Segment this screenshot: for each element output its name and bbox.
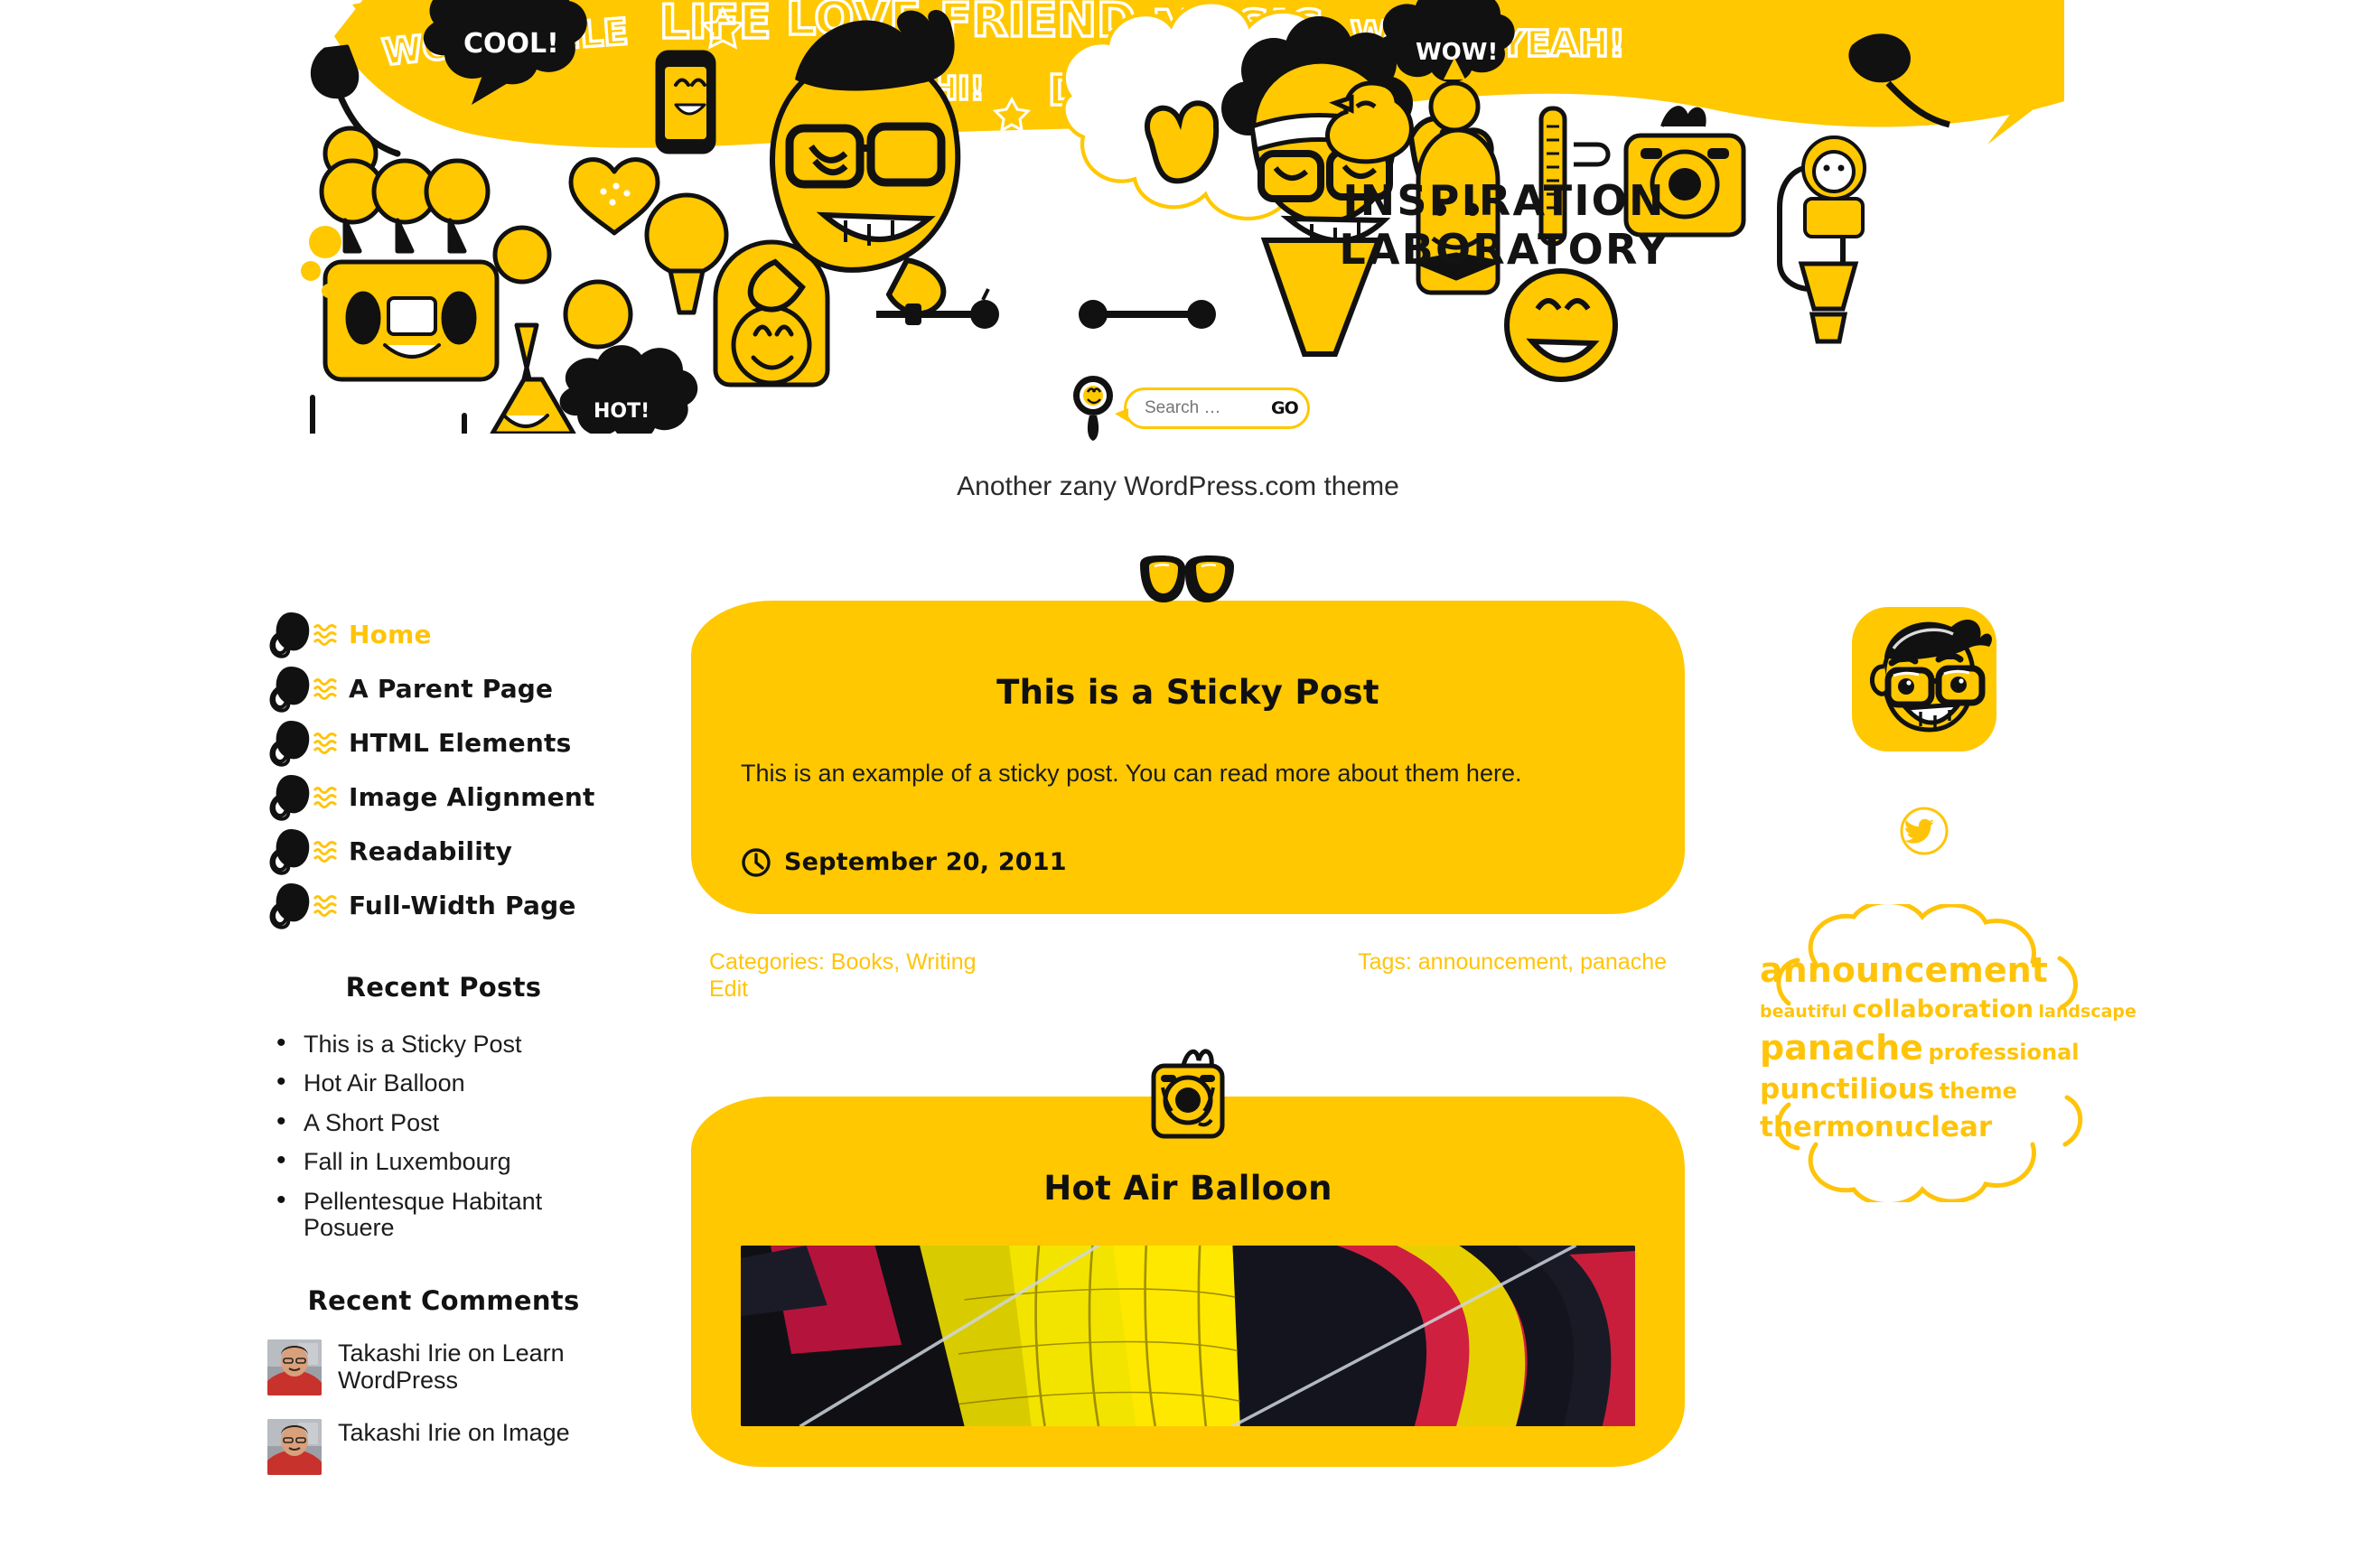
- banner-illustration: WOW! SMILE LIFE LOVE FRIEND MUSIC WOW! Y…: [301, 0, 2064, 434]
- list-item[interactable]: Hot Air Balloon: [267, 1068, 620, 1097]
- tag-cloud-widget: announcement beautiful collaboration lan…: [1753, 904, 2136, 1202]
- tag-announcement[interactable]: announcement: [1760, 950, 2048, 990]
- svg-text:YEAH!: YEAH!: [1499, 23, 1625, 65]
- nav-item-readability[interactable]: Readability: [267, 824, 620, 878]
- list-item[interactable]: Pellentesque Habitant Posuere: [267, 1186, 620, 1242]
- nav-label: Home: [349, 619, 432, 649]
- squiggle-icon: [313, 895, 338, 917]
- clock-icon: [742, 848, 771, 877]
- pushpin-icon: [269, 775, 310, 821]
- tag-professional[interactable]: professional: [1928, 1040, 2079, 1065]
- main-navigation: Home A Parent Page HTML Elements Image A…: [267, 607, 620, 932]
- nav-label: Readability: [349, 835, 513, 866]
- recent-posts-list: This is a Sticky Post Hot Air Balloon A …: [267, 1029, 620, 1242]
- search-bubble: GO: [1115, 387, 1310, 429]
- edit-link[interactable]: Edit: [709, 975, 1246, 1003]
- comment-text: Takashi Irie on Image: [338, 1418, 570, 1446]
- tag-landscape[interactable]: landscape: [2039, 1002, 2136, 1022]
- social-links: [1753, 806, 2096, 861]
- avatar: [267, 1339, 322, 1395]
- speech-hot-text: HOT!: [594, 400, 650, 423]
- avatar: [267, 1418, 322, 1475]
- author-face-avatar: [1852, 607, 1996, 751]
- twitter-icon[interactable]: [1899, 806, 1949, 856]
- search-go-button[interactable]: GO: [1271, 398, 1299, 418]
- main-content: This is a Sticky Post This is an example…: [691, 555, 1685, 1467]
- post-title[interactable]: This is a Sticky Post: [741, 673, 1635, 712]
- recent-posts-title: Recent Posts: [345, 972, 542, 1003]
- glasses-icon: [1140, 555, 1234, 602]
- nav-item-image-alignment[interactable]: Image Alignment: [267, 770, 620, 824]
- site-title-line-2: LABORATORY: [1339, 225, 1669, 275]
- nav-item-full-width-page[interactable]: Full-Width Page: [267, 878, 620, 932]
- svg-text:FRIEND: FRIEND: [940, 0, 1136, 48]
- list-item[interactable]: Takashi Irie on Image: [267, 1418, 620, 1475]
- pushpin-icon: [269, 829, 310, 875]
- header-search: GO: [1066, 372, 1310, 444]
- tag-theme[interactable]: theme: [1940, 1078, 2017, 1104]
- post-featured-image: [741, 1244, 1635, 1427]
- recent-posts-widget: Recent Posts This is a Sticky Post Hot A…: [267, 972, 620, 1242]
- pushpin-icon: [269, 612, 310, 658]
- nav-item-html-elements[interactable]: HTML Elements: [267, 715, 620, 770]
- pushpin-icon: [269, 883, 310, 929]
- sidebar-right: announcement beautiful collaboration lan…: [1753, 607, 2136, 1202]
- search-input[interactable]: [1145, 398, 1271, 418]
- comment-text: Takashi Irie on Learn WordPress: [338, 1339, 565, 1394]
- recent-comments-widget: Recent Comments Takashi Irie on Learn Wo…: [267, 1285, 620, 1475]
- list-item[interactable]: Fall in Luxembourg: [267, 1146, 620, 1176]
- squiggle-icon: [313, 841, 338, 863]
- categories-link[interactable]: Categories: Books, Writing: [709, 948, 1246, 975]
- post-title[interactable]: Hot Air Balloon: [741, 1169, 1635, 1208]
- nav-label: A Parent Page: [349, 673, 554, 704]
- site-title-line-1: INSPIRATION: [1342, 176, 1666, 225]
- tag-cloud: announcement beautiful collaboration lan…: [1753, 904, 2136, 1143]
- tag-collaboration[interactable]: collaboration: [1852, 995, 2033, 1023]
- speech-cool-text: COOL!: [463, 28, 559, 60]
- post-body: This is an example of a sticky post. You…: [741, 760, 1522, 787]
- header-banner: WOW! SMILE LIFE LOVE FRIEND MUSIC WOW! Y…: [298, 0, 2064, 434]
- squiggle-icon: [313, 624, 338, 646]
- nav-item-a-parent-page[interactable]: A Parent Page: [267, 661, 620, 715]
- svg-text:LIFE: LIFE: [659, 0, 771, 50]
- speech-wow-text: WOW!: [1416, 39, 1498, 66]
- site-title[interactable]: INSPIRATION LABORATORY: [1292, 176, 1716, 275]
- post-meta: September 20, 2011: [741, 847, 1635, 878]
- list-item[interactable]: Takashi Irie on Learn WordPress: [267, 1339, 620, 1395]
- page-root: WOW! SMILE LIFE LOVE FRIEND MUSIC WOW! Y…: [0, 0, 2356, 1568]
- post-date: September 20, 2011: [784, 848, 1067, 877]
- tags-link[interactable]: Tags: announcement, panache: [1358, 948, 1667, 975]
- site-tagline: Another zany WordPress.com theme: [957, 471, 1399, 501]
- nav-label: Image Alignment: [349, 781, 595, 812]
- post-card-hot-air-balloon: Hot Air Balloon: [691, 1049, 1685, 1467]
- tag-punctilious[interactable]: punctilious: [1760, 1073, 1934, 1106]
- tag-beautiful[interactable]: beautiful: [1760, 1002, 1847, 1022]
- post-categories: Categories: Books, Writing Edit: [709, 948, 1246, 1003]
- post-footer-sticky: Categories: Books, Writing Edit Tags: an…: [691, 948, 1685, 1003]
- post-card-sticky: This is a Sticky Post This is an example…: [691, 555, 1685, 914]
- nav-item-home[interactable]: Home: [267, 607, 620, 661]
- nav-label: HTML Elements: [349, 727, 572, 758]
- squiggle-icon: [313, 733, 338, 754]
- list-item[interactable]: This is a Sticky Post: [267, 1029, 620, 1059]
- list-item[interactable]: A Short Post: [267, 1107, 620, 1137]
- tag-thermonuclear[interactable]: thermonuclear: [1760, 1111, 1992, 1143]
- camera-icon: [1151, 1049, 1225, 1139]
- pushpin-icon: [269, 667, 310, 713]
- squiggle-icon: [313, 787, 338, 808]
- pushpin-icon: [269, 721, 310, 767]
- squiggle-icon: [313, 678, 338, 700]
- nav-label: Full-Width Page: [349, 890, 576, 920]
- tag-panache[interactable]: panache: [1760, 1028, 1923, 1068]
- post-tags: Tags: announcement, panache: [1358, 948, 1667, 1003]
- recent-comments-title: Recent Comments: [307, 1284, 580, 1316]
- search-icon: [1073, 376, 1113, 441]
- sidebar-left: Home A Parent Page HTML Elements Image A…: [267, 607, 620, 1475]
